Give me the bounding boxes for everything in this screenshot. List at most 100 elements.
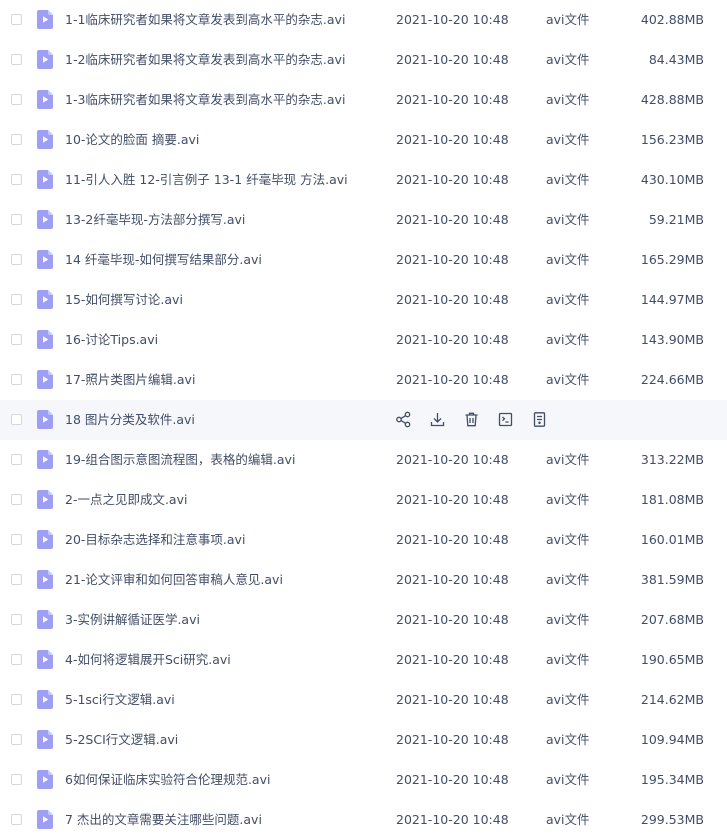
file-name[interactable]: 1-1临床研究者如果将文章发表到高水平的杂志.avi xyxy=(65,0,345,40)
video-file-icon xyxy=(37,690,53,709)
file-checkbox[interactable] xyxy=(11,454,22,465)
delete-icon[interactable] xyxy=(463,411,480,428)
file-size: 160.01MB xyxy=(640,532,704,547)
file-row[interactable]: 21-论文评审和如何回答审稿人意见.avi 2021-10-20 10:48 avi… xyxy=(0,560,727,600)
file-checkbox[interactable] xyxy=(11,134,22,145)
file-row[interactable]: 4-如何将逻辑展开Sci研究.avi 2021-10-20 10:48 avi文件 1… xyxy=(0,640,727,680)
video-file-icon xyxy=(37,170,53,189)
file-row[interactable]: 1-2临床研究者如果将文章发表到高水平的杂志.avi 2021-10-20 10:… xyxy=(0,40,727,80)
file-name[interactable]: 5-1sci行文逻辑.avi xyxy=(65,680,175,720)
file-checkbox[interactable] xyxy=(11,334,22,345)
file-size: 156.23MB xyxy=(640,132,704,147)
video-file-icon xyxy=(37,130,53,149)
file-row[interactable]: 1-3临床研究者如果将文章发表到高水平的杂志.avi 2021-10-20 10:… xyxy=(0,80,727,120)
file-type: avi文件 xyxy=(546,532,590,547)
rename-icon[interactable] xyxy=(497,411,514,428)
file-size: 214.62MB xyxy=(640,692,704,707)
file-size: 299.53MB xyxy=(640,812,704,827)
file-name[interactable]: 15-如何撰写讨论.avi xyxy=(65,280,183,320)
file-checkbox[interactable] xyxy=(11,814,22,825)
file-name[interactable]: 19-组合图示意图流程图，表格的编辑.avi xyxy=(65,440,295,480)
file-row[interactable]: 20-目标杂志选择和注意事项.avi 2021-10-20 10:48 avi文件 1… xyxy=(0,520,727,560)
file-name[interactable]: 11-引人入胜 12-引言例子 13-1 纤毫毕现 方法.avi xyxy=(65,160,348,200)
file-row[interactable]: 5-2SCI行文逻辑.avi 2021-10-20 10:48 avi文件 109.9… xyxy=(0,720,727,760)
file-date: 2021-10-20 10:48 xyxy=(396,452,509,467)
video-file-icon xyxy=(37,730,53,749)
file-row[interactable]: 2-一点之见即成文.avi 2021-10-20 10:48 avi文件 181.08… xyxy=(0,480,727,520)
file-name[interactable]: 1-3临床研究者如果将文章发表到高水平的杂志.avi xyxy=(65,80,345,120)
file-row[interactable]: 1-1临床研究者如果将文章发表到高水平的杂志.avi 2021-10-20 10:… xyxy=(0,0,727,40)
file-type: avi文件 xyxy=(546,652,590,667)
file-checkbox[interactable] xyxy=(11,214,22,225)
file-checkbox[interactable] xyxy=(11,694,22,705)
file-size: 59.21MB xyxy=(648,212,704,227)
file-size: 224.66MB xyxy=(640,372,704,387)
file-checkbox[interactable] xyxy=(11,374,22,385)
file-size: 381.59MB xyxy=(640,572,704,587)
file-checkbox[interactable] xyxy=(11,774,22,785)
file-name[interactable]: 10-论文的脸面 摘要.avi xyxy=(65,120,199,160)
video-file-icon xyxy=(37,370,53,389)
file-checkbox[interactable] xyxy=(11,734,22,745)
file-type: avi文件 xyxy=(546,52,590,67)
file-date: 2021-10-20 10:48 xyxy=(396,212,509,227)
file-name[interactable]: 21-论文评审和如何回答审稿人意见.avi xyxy=(65,560,283,600)
file-name[interactable]: 4-如何将逻辑展开Sci研究.avi xyxy=(65,640,231,680)
video-file-icon xyxy=(37,210,53,229)
file-name[interactable]: 17-照片类图片编辑.avi xyxy=(65,360,195,400)
file-date: 2021-10-20 10:48 xyxy=(396,812,509,827)
file-name[interactable]: 16-讨论Tips.avi xyxy=(65,320,158,360)
file-size: 109.94MB xyxy=(640,732,704,747)
file-checkbox[interactable] xyxy=(11,254,22,265)
file-row[interactable]: 13-2纤毫毕现-方法部分撰写.avi 2021-10-20 10:48 avi文件… xyxy=(0,200,727,240)
file-type: avi文件 xyxy=(546,772,590,787)
file-type: avi文件 xyxy=(546,172,590,187)
file-row[interactable]: 19-组合图示意图流程图，表格的编辑.avi 2021-10-20 10:48 av… xyxy=(0,440,727,480)
file-checkbox[interactable] xyxy=(11,414,22,425)
file-checkbox[interactable] xyxy=(11,614,22,625)
file-name[interactable]: 7 杰出的文章需要关注哪些问题.avi xyxy=(65,800,262,840)
file-row[interactable]: 16-讨论Tips.avi 2021-10-20 10:48 avi文件 143.90… xyxy=(0,320,727,360)
file-row[interactable]: 11-引人入胜 12-引言例子 13-1 纤毫毕现 方法.avi 2021-10-… xyxy=(0,160,727,200)
file-row[interactable]: 15-如何撰写讨论.avi 2021-10-20 10:48 avi文件 144.97… xyxy=(0,280,727,320)
more-icon[interactable] xyxy=(531,411,548,428)
file-checkbox[interactable] xyxy=(11,294,22,305)
file-checkbox[interactable] xyxy=(11,494,22,505)
file-row[interactable]: 3-实例讲解循证医学.avi 2021-10-20 10:48 avi文件 207.6… xyxy=(0,600,727,640)
file-type: avi文件 xyxy=(546,692,590,707)
file-date: 2021-10-20 10:48 xyxy=(396,332,509,347)
file-list: 1-1临床研究者如果将文章发表到高水平的杂志.avi 2021-10-20 10:… xyxy=(0,0,727,840)
file-row[interactable]: 17-照片类图片编辑.avi 2021-10-20 10:48 avi文件 224.6… xyxy=(0,360,727,400)
file-checkbox[interactable] xyxy=(11,14,22,25)
file-name[interactable]: 3-实例讲解循证医学.avi xyxy=(65,600,200,640)
file-row[interactable]: 5-1sci行文逻辑.avi 2021-10-20 10:48 avi文件 214.6… xyxy=(0,680,727,720)
file-checkbox[interactable] xyxy=(11,574,22,585)
file-size: 207.68MB xyxy=(640,612,704,627)
file-row[interactable]: 10-论文的脸面 摘要.avi 2021-10-20 10:48 avi文件 156.… xyxy=(0,120,727,160)
share-icon[interactable] xyxy=(395,411,412,428)
download-icon[interactable] xyxy=(429,411,446,428)
file-name[interactable]: 6如何保证临床实验符合伦理规范.avi xyxy=(65,760,270,800)
file-checkbox[interactable] xyxy=(11,94,22,105)
file-name[interactable]: 20-目标杂志选择和注意事项.avi xyxy=(65,520,245,560)
file-name[interactable]: 18 图片分类及软件.avi xyxy=(65,400,195,440)
file-date: 2021-10-20 10:48 xyxy=(396,612,509,627)
file-row[interactable]: 14 纤毫毕现-如何撰写结果部分.avi 2021-10-20 10:48 avi文… xyxy=(0,240,727,280)
file-name[interactable]: 13-2纤毫毕现-方法部分撰写.avi xyxy=(65,200,245,240)
file-size: 428.88MB xyxy=(640,92,704,107)
file-checkbox[interactable] xyxy=(11,534,22,545)
file-name[interactable]: 1-2临床研究者如果将文章发表到高水平的杂志.avi xyxy=(65,40,345,80)
file-size: 84.43MB xyxy=(648,52,704,67)
file-checkbox[interactable] xyxy=(11,54,22,65)
file-row[interactable]: 6如何保证临床实验符合伦理规范.avi 2021-10-20 10:48 avi文件… xyxy=(0,760,727,800)
file-row[interactable]: 7 杰出的文章需要关注哪些问题.avi 2021-10-20 10:48 avi文件… xyxy=(0,800,727,840)
video-file-icon xyxy=(37,290,53,309)
file-name[interactable]: 2-一点之见即成文.avi xyxy=(65,480,187,520)
file-checkbox[interactable] xyxy=(11,654,22,665)
video-file-icon xyxy=(37,450,53,469)
file-name[interactable]: 5-2SCI行文逻辑.avi xyxy=(65,720,178,760)
file-checkbox[interactable] xyxy=(11,174,22,185)
file-name[interactable]: 14 纤毫毕现-如何撰写结果部分.avi xyxy=(65,240,262,280)
file-size: 190.65MB xyxy=(640,652,704,667)
file-row[interactable]: 18 图片分类及软件.avi xyxy=(0,400,727,440)
